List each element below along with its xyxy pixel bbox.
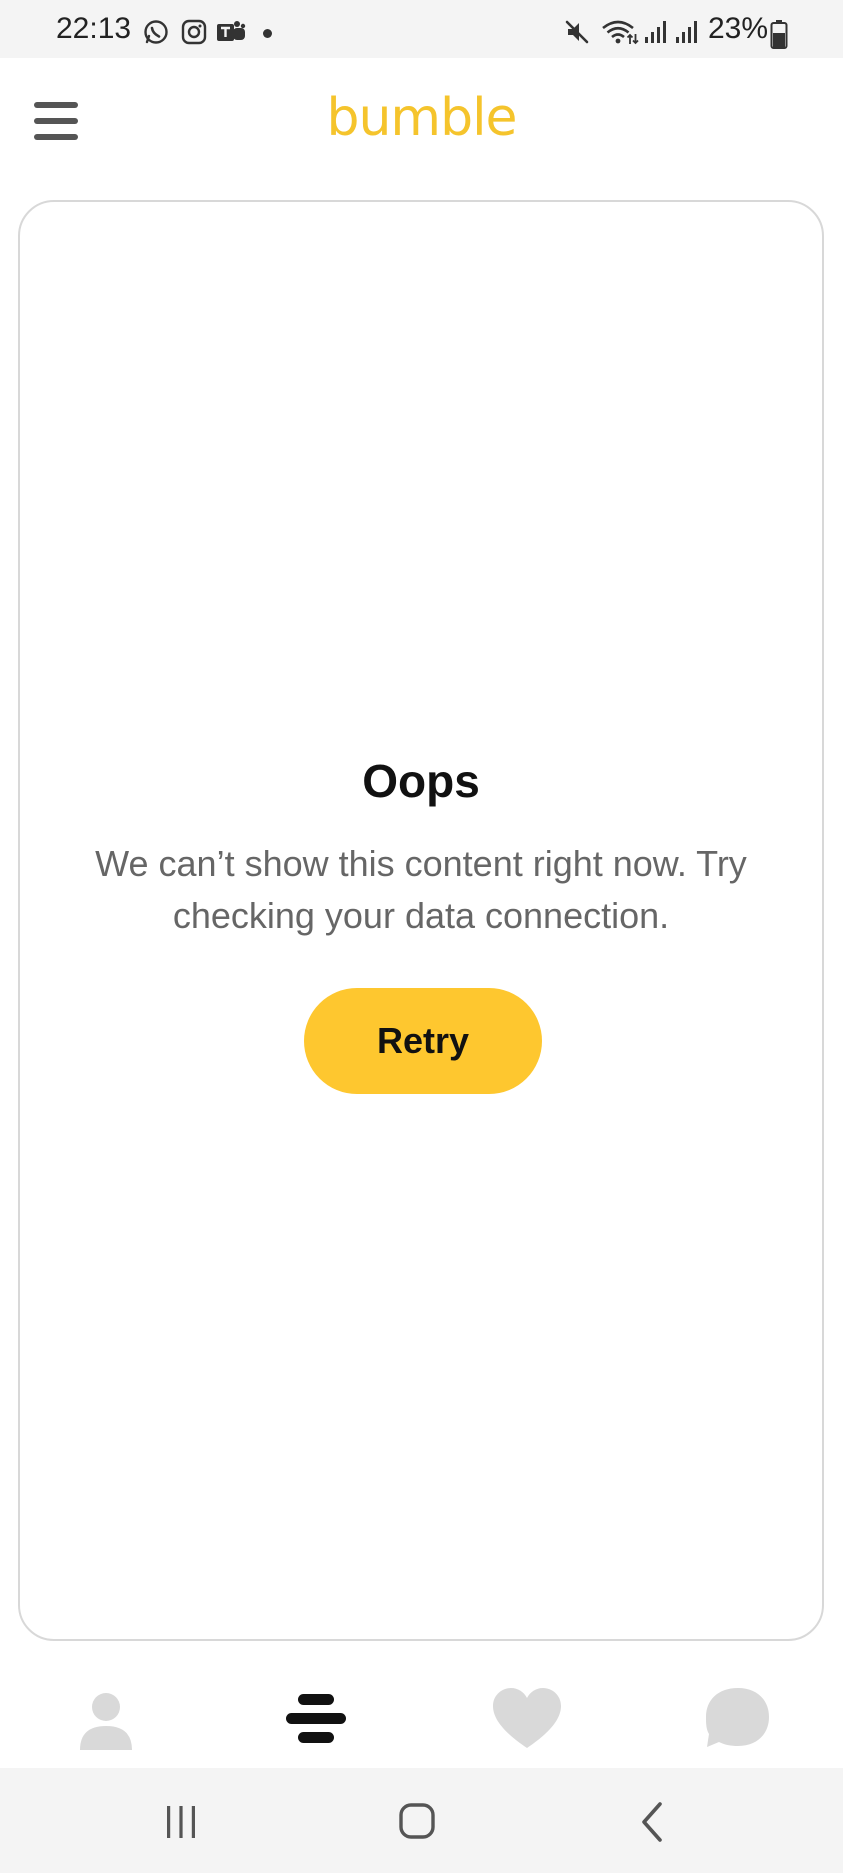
battery-percentage: 23% — [708, 12, 769, 45]
whatsapp-icon — [144, 20, 168, 44]
back-icon[interactable] — [623, 1794, 683, 1850]
profile-icon[interactable] — [66, 1684, 146, 1754]
bumble-logo: bumble — [326, 88, 517, 148]
status-bar: 22:13 23% — [0, 0, 843, 58]
app-header: bumble — [0, 58, 843, 198]
status-time: 22:13 — [56, 12, 132, 45]
retry-button[interactable]: Retry — [304, 988, 542, 1094]
wifi-icon — [602, 20, 639, 45]
error-card: Oops We can’t show this content right no… — [18, 200, 824, 1641]
heart-icon[interactable] — [487, 1684, 567, 1754]
teams-icon — [217, 21, 246, 41]
recent-apps-icon[interactable] — [151, 1794, 211, 1850]
error-title: Oops — [362, 755, 480, 807]
chat-icon[interactable] — [697, 1684, 777, 1754]
home-icon[interactable] — [387, 1794, 447, 1850]
bumble-swipe-icon[interactable] — [276, 1684, 356, 1754]
instagram-icon — [181, 19, 207, 45]
system-nav-bar — [0, 1768, 843, 1873]
signal-icon — [645, 21, 666, 43]
battery-icon — [770, 20, 788, 49]
mute-icon — [565, 20, 589, 44]
bottom-tab-bar — [0, 1648, 843, 1768]
signal-icon — [676, 21, 697, 43]
notification-dot-icon — [263, 29, 272, 38]
error-message: We can’t show this content right now. Tr… — [95, 843, 747, 936]
